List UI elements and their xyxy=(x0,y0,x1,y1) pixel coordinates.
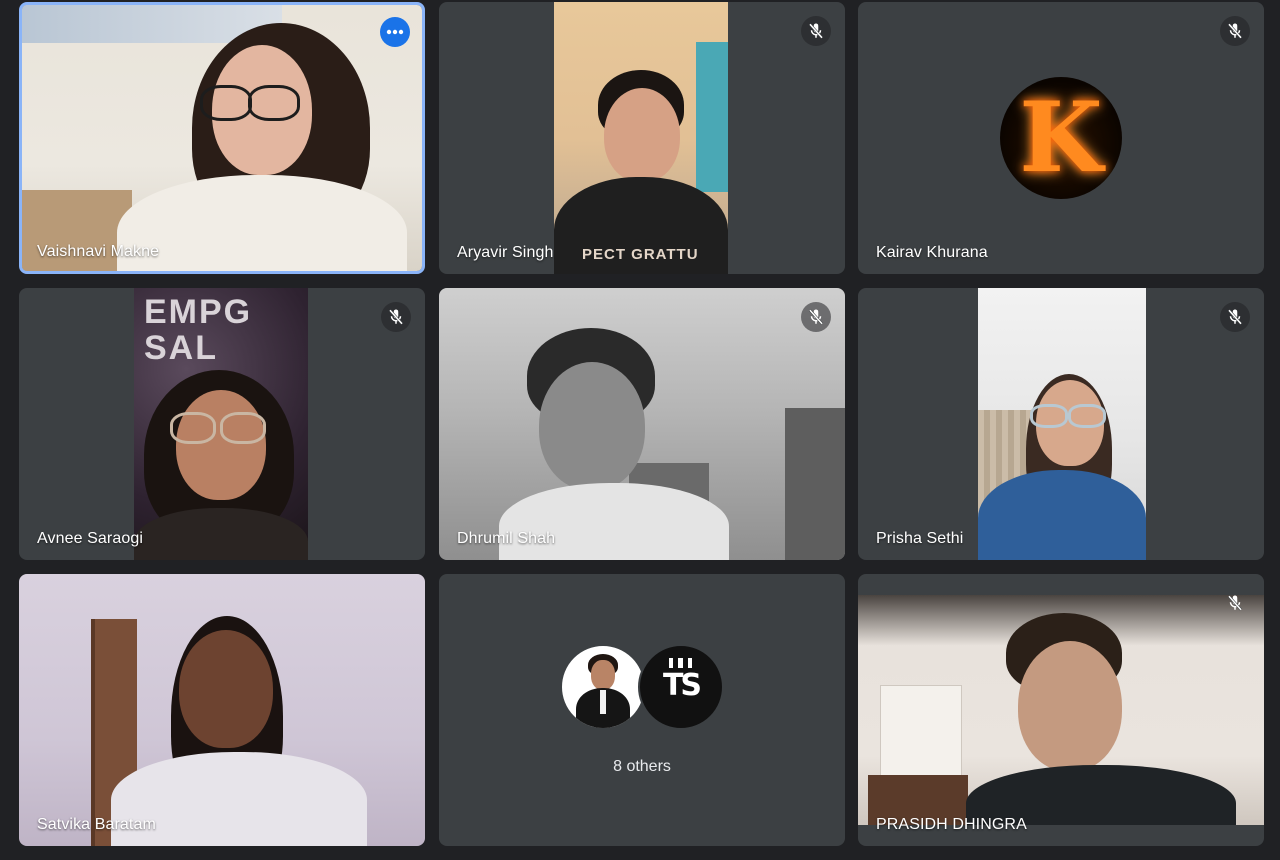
participant-video xyxy=(978,288,1146,560)
participant-tile-avnee[interactable]: EMPG SAL Avnee Saraogi xyxy=(19,288,425,560)
mic-off-icon xyxy=(389,309,403,325)
banner-letters: EMPG SAL xyxy=(144,293,253,367)
participant-tile-satvika[interactable]: Satvika Baratam xyxy=(19,574,425,846)
avatar-logo-text: TS xyxy=(662,668,702,703)
mic-off-icon xyxy=(1228,309,1242,325)
others-tile[interactable]: TS 8 others xyxy=(439,574,845,846)
shirt-print: PECT GRATTU xyxy=(582,246,699,263)
participant-tile-aryavir[interactable]: PECT GRATTU Aryavir Singh xyxy=(439,2,845,274)
participant-name: Dhrumil Shah xyxy=(457,530,556,547)
meeting-grid: Vaishnavi Makne PECT GRATTU Aryavir Sing… xyxy=(0,0,1280,860)
more-options-icon xyxy=(386,29,404,35)
participant-tile-dhrumil[interactable]: Dhrumil Shah xyxy=(439,288,845,560)
more-options-button[interactable] xyxy=(380,17,410,47)
avatar xyxy=(560,644,646,730)
mic-off-icon xyxy=(809,309,823,325)
participant-tile-kairav[interactable]: K Kairav Khurana xyxy=(858,2,1264,274)
participant-video xyxy=(22,5,422,271)
participant-tile-vaishnavi[interactable]: Vaishnavi Makne xyxy=(19,2,425,274)
participant-name: Kairav Khurana xyxy=(876,244,988,261)
avatar: K xyxy=(1000,77,1122,199)
mute-indicator xyxy=(1220,302,1250,332)
others-count-label: 8 others xyxy=(613,758,671,775)
mute-indicator xyxy=(1220,16,1250,46)
mic-off-icon xyxy=(1228,23,1242,39)
mute-indicator xyxy=(801,302,831,332)
participant-tile-prasidh[interactable]: PRASIDH DHINGRA xyxy=(858,574,1264,846)
others-avatars: TS xyxy=(439,644,845,730)
mic-off-icon xyxy=(1228,595,1242,611)
participant-name: Satvika Baratam xyxy=(37,816,156,833)
participant-video: EMPG SAL xyxy=(134,288,308,560)
mute-indicator xyxy=(1220,588,1250,618)
participant-video: PECT GRATTU xyxy=(554,2,728,274)
participant-video xyxy=(858,595,1264,825)
avatar-letter: K xyxy=(1019,81,1103,194)
participant-name: Aryavir Singh xyxy=(457,244,554,261)
mute-indicator xyxy=(801,16,831,46)
participant-name: Prisha Sethi xyxy=(876,530,964,547)
participant-name: Vaishnavi Makne xyxy=(37,243,160,260)
participant-name: PRASIDH DHINGRA xyxy=(876,816,1027,833)
participant-video xyxy=(19,574,425,846)
avatar: TS xyxy=(638,644,724,730)
mic-off-icon xyxy=(809,23,823,39)
participant-name: Avnee Saraogi xyxy=(37,530,143,547)
participant-tile-prisha[interactable]: Prisha Sethi xyxy=(858,288,1264,560)
mute-indicator xyxy=(381,302,411,332)
participant-video xyxy=(439,288,845,560)
